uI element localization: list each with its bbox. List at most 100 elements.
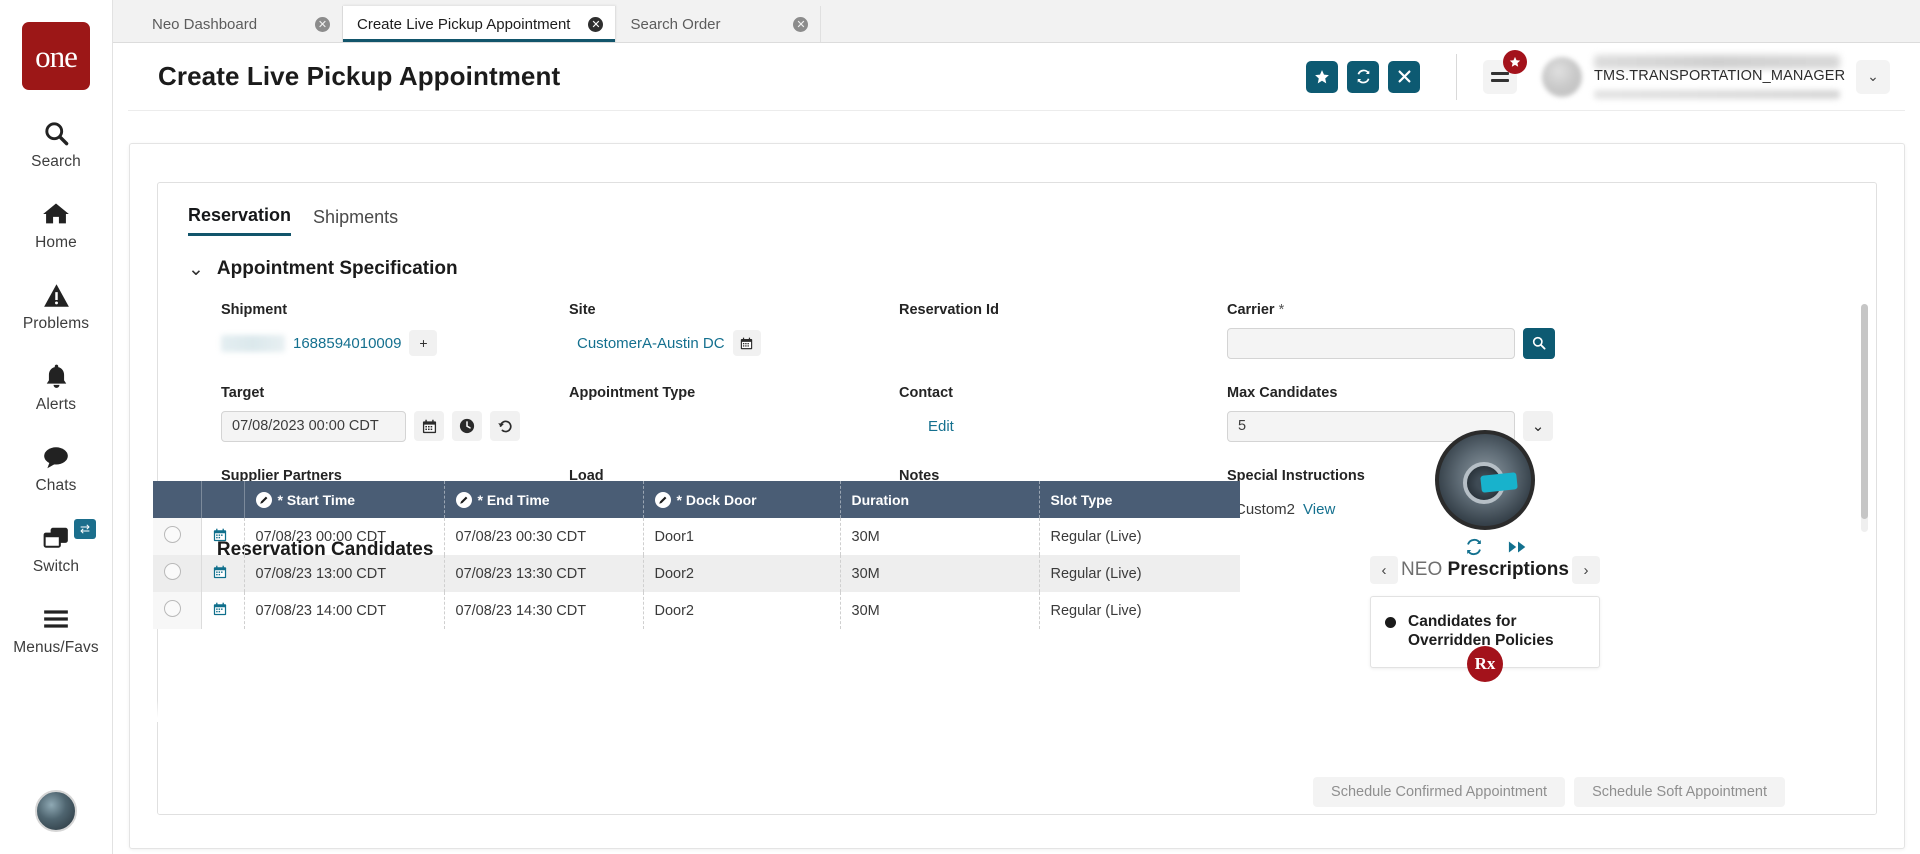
browser-tab-label: Search Order — [630, 15, 721, 33]
radio-button[interactable] — [164, 600, 181, 617]
sidebar-item-label: Home — [35, 234, 77, 251]
browser-tab-create-live-pickup-appointment[interactable]: Create Live Pickup Appointment ✕ — [343, 6, 617, 42]
schedule-confirmed-appointment-button[interactable]: Schedule Confirmed Appointment — [1313, 777, 1566, 807]
cell-slot-type: Regular (Live) — [1039, 555, 1240, 592]
neo-robot-avatar[interactable] — [1435, 430, 1535, 530]
rail-user-avatar[interactable] — [35, 790, 77, 832]
sidebar-item-switch[interactable]: ⇄ Switch — [0, 519, 112, 576]
cell-start-time[interactable]: 07/08/23 14:00 CDT — [244, 592, 445, 629]
cell-dock-door[interactable]: Door1 — [643, 518, 841, 555]
header-menu-button[interactable] — [1483, 49, 1527, 94]
row-select-cell[interactable] — [153, 592, 202, 629]
field-shipment: Shipment 1688594010009 + — [221, 302, 569, 361]
browser-tab-label: Create Live Pickup Appointment — [357, 15, 571, 33]
row-calendar-cell[interactable] — [201, 592, 245, 629]
refresh-button[interactable] — [1347, 60, 1379, 93]
sidebar-item-label: Search — [31, 153, 81, 170]
target-datetime-input[interactable] — [221, 410, 406, 442]
avatar[interactable] — [1542, 56, 1582, 97]
favorite-button[interactable] — [1306, 60, 1338, 93]
calendar-icon[interactable] — [213, 602, 227, 620]
table-row[interactable]: 07/08/23 00:00 CDT 07/08/23 00:30 CDT Do… — [153, 518, 1240, 555]
reset-icon[interactable] — [490, 411, 520, 441]
calendar-icon[interactable] — [732, 330, 761, 356]
cell-start-time[interactable]: 07/08/23 13:00 CDT — [244, 555, 445, 592]
carrier-search-button[interactable] — [1523, 327, 1555, 359]
tab-shipments[interactable]: Shipments — [313, 207, 398, 235]
row-select-cell[interactable] — [153, 555, 202, 592]
site-value-link[interactable]: CustomerA-Austin DC — [577, 335, 725, 352]
sidebar-item-alerts[interactable]: Alerts — [0, 359, 112, 414]
cell-end-time[interactable]: 07/08/23 13:30 CDT — [444, 555, 644, 592]
prev-prescription-button[interactable]: ‹ — [1370, 556, 1398, 584]
neo-prescriptions-panel: Rx ‹ NEO Prescriptions › Candidates for … — [1370, 430, 1600, 682]
radio-button[interactable] — [164, 563, 181, 580]
neo-title-light: NEO — [1401, 559, 1443, 580]
sidebar-item-menus-favs[interactable]: Menus/Favs — [0, 602, 112, 657]
cell-end-time[interactable]: 07/08/23 00:30 CDT — [444, 518, 644, 555]
tab-reservation[interactable]: Reservation — [188, 205, 292, 236]
browser-tab-search-order[interactable]: Search Order ✕ — [616, 6, 822, 42]
field-label: Shipment — [221, 302, 288, 318]
table-row[interactable]: 07/08/23 13:00 CDT 07/08/23 13:30 CDT Do… — [153, 555, 1240, 592]
column-header-end-time[interactable]: * End Time — [444, 481, 644, 518]
user-identity-block: TMS.TRANSPORTATION_MANAGER — [1594, 54, 1845, 99]
column-header-duration[interactable]: Duration — [840, 481, 1040, 518]
special-instructions-view-link[interactable]: View — [1303, 501, 1335, 518]
radio-button[interactable] — [164, 526, 181, 543]
field-site: Site CustomerA-Austin DC — [569, 302, 899, 361]
cell-end-time[interactable]: 07/08/23 14:30 CDT — [444, 592, 644, 629]
cell-duration: 30M — [840, 518, 1040, 555]
close-icon[interactable]: ✕ — [588, 16, 604, 32]
next-prescription-button[interactable]: › — [1572, 556, 1600, 584]
cell-start-time[interactable]: 07/08/23 00:00 CDT — [244, 518, 445, 555]
row-select-cell[interactable] — [153, 518, 202, 555]
sidebar-item-home[interactable]: Home — [0, 197, 112, 252]
edit-pencil-icon[interactable] — [654, 491, 671, 508]
shipment-value-link[interactable]: 1688594010009 — [293, 335, 401, 352]
column-header-label: * End Time — [477, 491, 550, 508]
form-scrollbar[interactable] — [1861, 304, 1868, 532]
column-header-start-time[interactable]: * Start Time — [244, 481, 445, 518]
browser-tab-neo-dashboard[interactable]: Neo Dashboard ✕ — [138, 6, 343, 42]
column-header-label: Duration — [851, 491, 910, 508]
neo-prescription-text: Candidates for Overridden Policies — [1408, 613, 1554, 650]
cell-duration: 30M — [840, 555, 1040, 592]
cell-dock-door[interactable]: Door2 — [643, 592, 841, 629]
browser-tab-strip: Neo Dashboard ✕ Create Live Pickup Appoi… — [113, 0, 1920, 43]
cell-slot-type: Regular (Live) — [1050, 602, 1142, 619]
calendar-icon[interactable] — [414, 411, 444, 441]
cell-dock-door[interactable]: Door2 — [643, 555, 841, 592]
chevron-down-icon[interactable]: ⌄ — [188, 259, 204, 279]
row-calendar-cell[interactable] — [201, 555, 245, 592]
scrollbar-thumb[interactable] — [1861, 304, 1868, 519]
sidebar-item-label: Alerts — [35, 396, 77, 413]
header-divider — [1456, 53, 1457, 100]
carrier-input[interactable] — [1227, 327, 1515, 359]
close-button[interactable] — [1388, 60, 1420, 93]
sidebar-item-chats[interactable]: Chats — [0, 440, 112, 495]
column-header-dock-door[interactable]: * Dock Door — [643, 481, 841, 518]
sidebar-item-problems[interactable]: Problems — [0, 278, 112, 333]
sidebar-item-search[interactable]: Search — [0, 116, 112, 171]
column-header-slot-type[interactable]: Slot Type — [1039, 481, 1240, 518]
neo-title-row: ‹ NEO Prescriptions › — [1370, 556, 1600, 584]
close-icon[interactable]: ✕ — [315, 16, 330, 32]
calendar-icon[interactable] — [213, 528, 227, 546]
add-shipment-button[interactable]: + — [409, 330, 438, 356]
calendar-icon[interactable] — [213, 565, 227, 583]
left-nav-rail: one Search Home Problems Alerts Chats ⇄ … — [0, 0, 113, 854]
switch-badge[interactable]: ⇄ — [74, 519, 96, 539]
edit-pencil-icon[interactable] — [455, 491, 472, 508]
contact-edit-link[interactable]: Edit — [928, 418, 954, 435]
column-header-label: * Dock Door — [676, 491, 757, 508]
brand-logo[interactable]: one — [22, 22, 90, 90]
schedule-soft-appointment-button[interactable]: Schedule Soft Appointment — [1574, 777, 1785, 807]
clock-icon[interactable] — [452, 411, 482, 441]
cell-duration: 30M — [840, 592, 1040, 629]
row-calendar-cell[interactable] — [201, 518, 245, 555]
close-icon[interactable]: ✕ — [793, 16, 809, 32]
edit-pencil-icon[interactable] — [255, 491, 272, 508]
table-row[interactable]: 07/08/23 14:00 CDT 07/08/23 14:30 CDT Do… — [153, 592, 1240, 629]
chevron-down-icon[interactable]: ⌄ — [1856, 59, 1890, 94]
